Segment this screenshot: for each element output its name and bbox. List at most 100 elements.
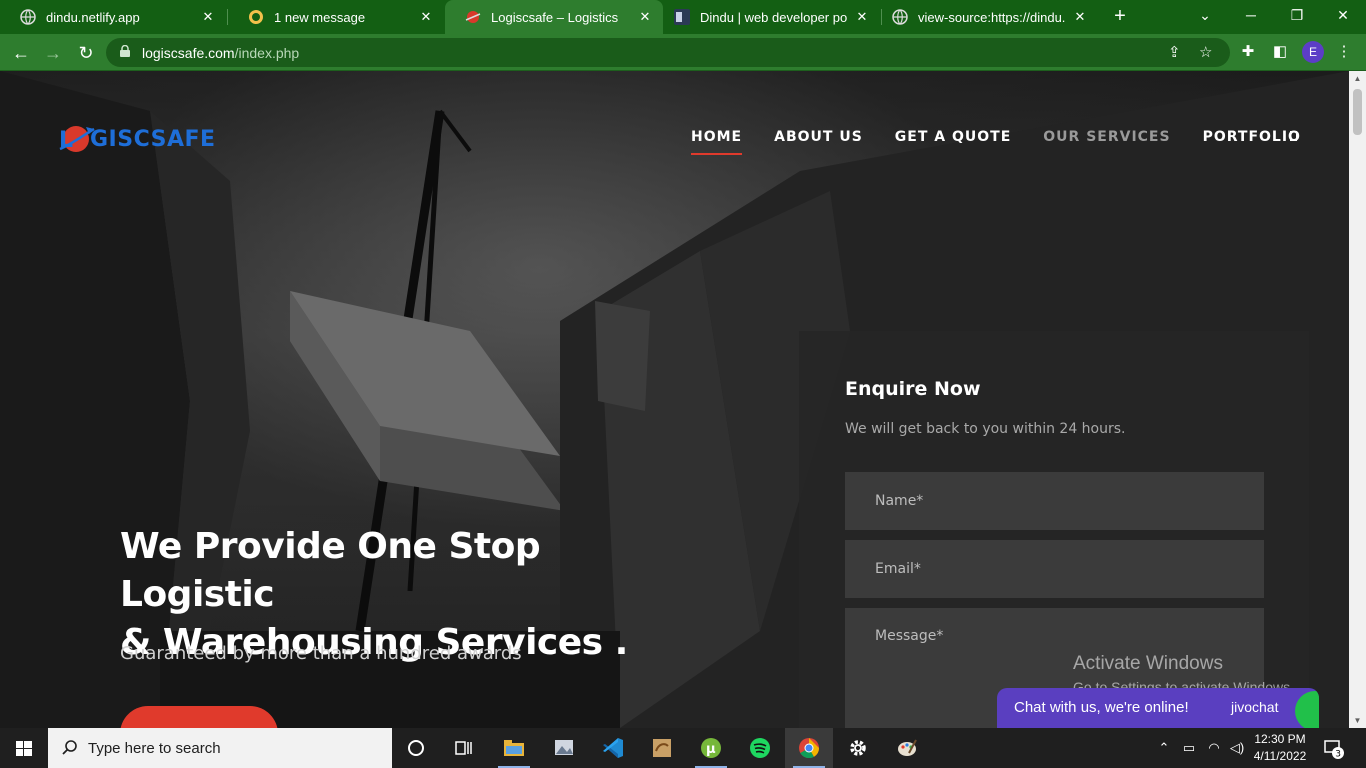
spotify-icon (750, 738, 770, 758)
reload-icon[interactable]: ↻ (73, 40, 99, 66)
search-placeholder: Type here to search (88, 740, 221, 757)
tab-close-icon[interactable]: ✕ (418, 9, 434, 25)
nav-home[interactable]: HOME (691, 129, 743, 155)
hero-subhead: Guaranteed by more than a hundred awards (120, 643, 522, 664)
url-text: logiscsafe.com/index.php (142, 45, 299, 61)
page-viewport: L GISCSAFE HOME ABOUT US GET A QUOTE OUR… (0, 71, 1349, 728)
paint-icon (898, 739, 917, 756)
chat-widget[interactable]: Chat with us, we're online! jivochat (997, 688, 1319, 728)
extensions-icon[interactable]: ✚ (1238, 42, 1258, 62)
settings-button[interactable] (834, 728, 882, 768)
scrollbar-thumb[interactable] (1353, 89, 1362, 135)
chat-message: Chat with us, we're online! (1014, 699, 1189, 716)
tab-title: Dindu | web developer portfo (700, 9, 848, 25)
cortana-button[interactable] (392, 728, 440, 768)
hero-cta-button[interactable] (120, 706, 278, 728)
windows-start-icon[interactable] (0, 728, 48, 768)
close-window-icon[interactable]: ✕ (1320, 0, 1366, 30)
share-icon[interactable]: ⇪ (1168, 44, 1181, 61)
settings-icon (850, 740, 866, 756)
search-icon (62, 740, 77, 755)
nav-portfolio[interactable]: PORTFOLIO (1203, 129, 1301, 155)
volume-icon[interactable]: ◁) (1228, 728, 1246, 768)
browser-tab-4[interactable]: Dindu | web developer portfo ✕ (664, 0, 880, 34)
taskbar-search[interactable]: Type here to search (48, 728, 392, 768)
spotify-button[interactable] (736, 728, 784, 768)
svg-text:µ: µ (706, 742, 716, 757)
tray-chevron-icon[interactable]: ⌃ (1156, 728, 1172, 768)
email-field[interactable]: Email* (845, 540, 1264, 598)
sublime-icon (653, 739, 671, 757)
clock-time: 12:30 PM (1254, 732, 1306, 746)
planet-logo-icon: L (59, 126, 95, 153)
browser-tab-2[interactable]: 1 new message ✕ (228, 0, 444, 34)
utorrent-icon: µ (701, 738, 721, 758)
back-icon[interactable]: ← (8, 40, 34, 66)
tab-close-icon[interactable]: ✕ (637, 9, 653, 25)
tab-search-icon[interactable]: ⌄ (1182, 0, 1228, 30)
windows-taskbar: Type here to search µ ⌃ ▭ ◠ ◁) 12:30 PM … (0, 728, 1366, 768)
chrome-icon (799, 738, 820, 759)
tab-title: 1 new message (274, 9, 366, 25)
restore-icon[interactable]: ❐ (1274, 0, 1320, 30)
utorrent-button[interactable]: µ (687, 728, 735, 768)
globe-icon (892, 9, 908, 25)
brand-icon (249, 10, 263, 24)
task-view-icon (455, 741, 472, 755)
scroll-down-icon[interactable]: ▼ (1353, 716, 1362, 725)
address-bar[interactable]: logiscsafe.com/index.php ⇪ ☆ (106, 38, 1230, 67)
side-panel-icon[interactable]: ◧ (1270, 42, 1290, 62)
main-nav: HOME ABOUT US GET A QUOTE OUR SERVICES P… (691, 129, 1333, 155)
browser-tab-1[interactable]: dindu.netlify.app ✕ (0, 0, 226, 34)
vscode-button[interactable] (589, 728, 637, 768)
browser-tab-5[interactable]: view-source:https://dindu.ne ✕ (882, 0, 1098, 34)
bookmark-star-icon[interactable]: ☆ (1199, 44, 1212, 61)
battery-icon[interactable]: ▭ (1180, 728, 1198, 768)
browser-tab-3[interactable]: Logiscsafe – Logistics ✕ (445, 0, 663, 34)
name-field[interactable]: Name* (845, 472, 1264, 530)
hero-headline-line-1: We Provide One Stop Logistic (120, 526, 541, 615)
browser-toolbar: ← → ↻ logiscsafe.com/index.php ⇪ ☆ ✚ ◧ E… (0, 34, 1366, 71)
file-explorer-icon (504, 740, 524, 756)
url-path: /index.php (234, 45, 300, 61)
page-scrollbar[interactable]: ▲ ▼ (1349, 71, 1366, 728)
chat-status-icon (1295, 691, 1319, 728)
nav-toggle-icon[interactable] (1290, 131, 1297, 141)
logo-text: GISCSAFE (90, 126, 216, 152)
nav-get-a-quote[interactable]: GET A QUOTE (895, 129, 1011, 155)
enquire-title: Enquire Now (845, 378, 981, 400)
wifi-icon[interactable]: ◠ (1205, 728, 1223, 768)
chrome-button[interactable] (785, 728, 833, 768)
globe-icon (20, 9, 36, 25)
enquire-subtitle: We will get back to you within 24 hours. (845, 421, 1126, 437)
taskbar-clock[interactable]: 12:30 PM 4/11/2022 (1250, 731, 1310, 765)
thumbnail-icon (674, 9, 690, 25)
tab-title: dindu.netlify.app (46, 9, 140, 25)
site-logo[interactable]: L GISCSAFE (56, 123, 216, 155)
nav-about-us[interactable]: ABOUT US (774, 129, 863, 155)
tab-title: Logiscsafe – Logistics (491, 9, 619, 25)
tab-close-icon[interactable]: ✕ (200, 9, 216, 25)
task-view-button[interactable] (440, 728, 488, 768)
notification-center-icon[interactable]: 3 (1322, 737, 1344, 759)
tab-close-icon[interactable]: ✕ (854, 9, 870, 25)
tab-close-icon[interactable]: ✕ (1072, 9, 1088, 25)
profile-avatar[interactable]: E (1302, 41, 1324, 63)
menu-kebab-icon[interactable]: ⋮ (1334, 42, 1354, 62)
scroll-up-icon[interactable]: ▲ (1353, 74, 1362, 83)
image-viewer-button[interactable] (540, 728, 588, 768)
forward-icon[interactable]: → (40, 40, 66, 66)
image-viewer-icon (555, 740, 573, 755)
nav-our-services[interactable]: OUR SERVICES (1043, 129, 1170, 155)
minimize-icon[interactable]: ─ (1228, 0, 1274, 30)
sublime-button[interactable] (638, 728, 686, 768)
chat-brand: jivochat (1231, 699, 1279, 715)
planet-icon (465, 11, 481, 23)
lock-icon (120, 45, 130, 57)
browser-tab-strip: dindu.netlify.app ✕ 1 new message ✕ Logi… (0, 0, 1366, 34)
new-tab-button[interactable]: + (1109, 5, 1131, 27)
logo-letter: L (59, 128, 73, 153)
file-explorer-button[interactable] (490, 728, 538, 768)
paint-button[interactable] (883, 728, 931, 768)
tab-title: view-source:https://dindu.ne (918, 9, 1066, 25)
